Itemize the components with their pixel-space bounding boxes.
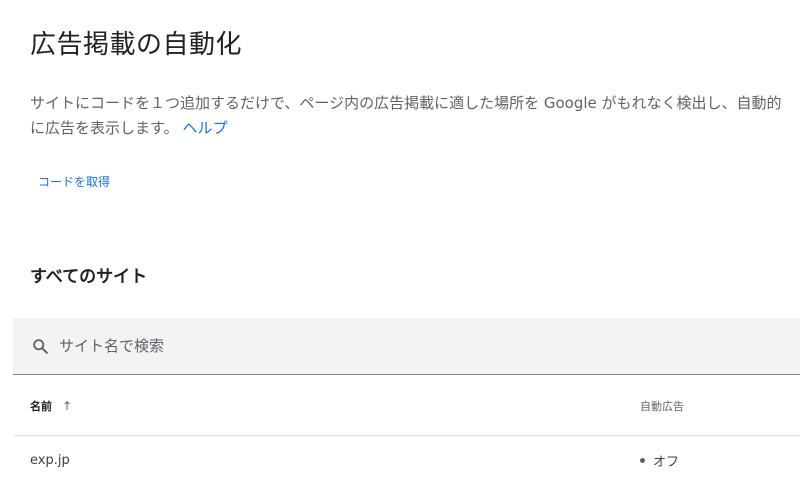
auto-ads-status[interactable]: オフ	[640, 451, 679, 470]
table-row[interactable]: exp.jp オフ	[13, 436, 800, 487]
search-icon	[31, 337, 49, 355]
arrow-up-icon: ↑	[62, 399, 73, 413]
page-description: サイトにコードを１つ追加するだけで、ページ内の広告掲載に適した場所を Googl…	[30, 91, 790, 141]
all-sites-title: すべてのサイト	[30, 267, 148, 287]
site-search-input[interactable]	[59, 337, 759, 355]
site-search-bar[interactable]	[13, 318, 800, 375]
column-header-name-label: 名前	[30, 400, 52, 413]
auto-ads-page: 広告掲載の自動化 サイトにコードを１つ追加するだけで、ページ内の広告掲載に適した…	[0, 0, 800, 487]
site-name-cell[interactable]: exp.jp	[30, 453, 70, 468]
status-dot-icon	[640, 458, 645, 463]
page-title: 広告掲載の自動化	[30, 30, 243, 60]
column-header-auto-ads[interactable]: 自動広告	[640, 398, 684, 414]
auto-ads-status-label: オフ	[653, 455, 680, 470]
get-code-button[interactable]: コードを取得	[38, 173, 110, 191]
column-header-name[interactable]: 名前 ↑	[30, 398, 72, 414]
help-link[interactable]: ヘルプ	[183, 119, 228, 137]
sites-table-header: 名前 ↑ 自動広告	[13, 376, 800, 436]
description-text: サイトにコードを１つ追加するだけで、ページ内の広告掲載に適した場所を Googl…	[30, 94, 782, 137]
